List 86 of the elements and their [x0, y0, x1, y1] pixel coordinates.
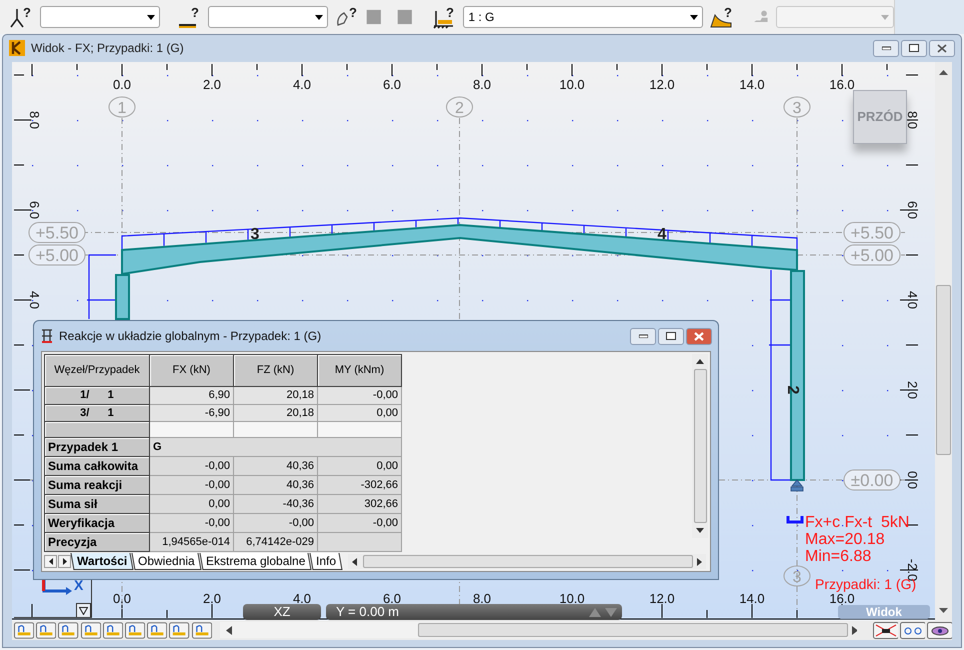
row-header[interactable]: Suma reakcji: [44, 476, 150, 494]
table-cell: G: [150, 438, 402, 456]
axis-tick-label: 0.0: [112, 591, 132, 606]
table-cell: -0,00: [234, 514, 318, 532]
row-header[interactable]: Precyzja: [44, 532, 150, 552]
table-cell: -0,00: [150, 514, 234, 532]
level-label: +5.00: [844, 244, 900, 266]
legend-text: Min=6.88: [805, 548, 872, 565]
axis-tick-label: 8.0: [905, 110, 920, 130]
table-cell: -0,00: [150, 476, 234, 494]
axis-tick-label: 2.0: [202, 591, 222, 606]
row-header[interactable]: 1/ 1: [44, 386, 150, 404]
table-cell: 6,90: [150, 386, 234, 404]
table-cell: 0,00: [150, 494, 234, 514]
column-header[interactable]: MY (kNm): [318, 354, 402, 386]
row-header[interactable]: Weryfikacja: [44, 514, 150, 532]
axis-tick-label: 6.0: [382, 77, 402, 92]
axis-tick-label: 14.0: [739, 591, 765, 606]
axis-tick-label: 6.0: [382, 591, 402, 606]
axis-tick-label: 6.0: [27, 200, 42, 220]
axis-tick-label: 4.0: [292, 591, 312, 606]
member-number: 4: [658, 226, 666, 243]
table-cell: -0,00: [318, 514, 402, 532]
axis-tick-label: 12.0: [649, 77, 675, 92]
table-cell: 20,18: [234, 404, 318, 422]
table-cell: 40,36: [234, 476, 318, 494]
sheet-tab[interactable]: Ekstrema globalne: [199, 553, 312, 570]
grid-axis-bubble: 3: [784, 566, 810, 586]
member-number: 2: [784, 386, 801, 394]
axis-tick-label: 8.0: [472, 591, 492, 606]
table-cell: -302,66: [318, 476, 402, 494]
legend-text: Max=20.18: [805, 531, 885, 548]
table-cell: -0,00: [318, 386, 402, 404]
table-cell: 20,18: [234, 386, 318, 404]
table-cell: 1,94565e-014: [150, 532, 234, 552]
dropdown-value: 1 : G: [468, 9, 494, 26]
row-header[interactable]: Suma całkowita: [44, 456, 150, 476]
window-title: Widok - FX; Przypadki: 1 (G): [31, 40, 184, 57]
axis-tick-label: 10.0: [559, 77, 585, 92]
sheet-tab[interactable]: Info: [310, 553, 343, 570]
plane-selector[interactable]: XZ: [243, 604, 321, 620]
axis-tick-label: 4.0: [292, 77, 312, 92]
column-header[interactable]: FZ (kN): [234, 354, 318, 386]
axis-tick-label: 14.0: [739, 77, 765, 92]
level-label: +5.00: [28, 244, 86, 266]
axis-tick-label: 8.0: [27, 110, 42, 130]
table-cell: 0,00: [318, 404, 402, 422]
row-header[interactable]: 3/ 1: [44, 404, 150, 422]
axis-tick-label: 12.0: [649, 591, 675, 606]
axis-tick-label: 6.0: [905, 200, 920, 220]
row-header[interactable]: Przypadek 1: [44, 438, 150, 456]
axis-tick-label: 2.0: [905, 380, 920, 400]
table-cell: -40,36: [234, 494, 318, 514]
table-cell: -0,00: [150, 456, 234, 476]
plane-offset-value: Y = 0.00 m: [336, 604, 400, 620]
legend-text: Fx+c Fx-t 5kN: [805, 514, 910, 531]
level-label: ±0.00: [844, 470, 900, 490]
axis-tick-label: 8.0: [472, 77, 492, 92]
level-label: +5.50: [844, 222, 900, 243]
table-cell: 302,66: [318, 494, 402, 514]
axis-tick-label: 16.0: [829, 591, 855, 606]
table-cell: 6,74142e-029: [234, 532, 318, 552]
sheet-tab[interactable]: Obwiednia: [132, 553, 202, 570]
axis-label: X: [74, 576, 84, 595]
member-number: 3: [250, 226, 260, 243]
level-label: +5.50: [28, 222, 86, 243]
axis-tick-label: 16.0: [829, 77, 855, 92]
axis-tick-label: 4.0: [905, 290, 920, 310]
table-cell: 0,00: [318, 456, 402, 476]
grid-axis-bubble: 2: [446, 96, 473, 118]
column-header[interactable]: Węzeł/Przypadek: [44, 354, 150, 386]
table-cell: 40,36: [234, 456, 318, 476]
axis-tick-label: 10.0: [559, 591, 585, 606]
sheet-tab[interactable]: Wartości: [70, 553, 134, 570]
row-header[interactable]: Suma sił: [44, 494, 150, 514]
axis-tick-label: 4.0: [27, 290, 42, 310]
dropdown[interactable]: 1 : G: [463, 6, 704, 28]
table-cell: -6,90: [150, 404, 234, 422]
column-header[interactable]: FX (kN): [150, 354, 234, 386]
axis-tick-label: 2.0: [202, 77, 222, 92]
dialog-title: Reakcje w układzie globalnym - Przypadek: 1 (G): [59, 328, 322, 345]
plane-offset-field[interactable]: Y = 0.00 m: [326, 604, 622, 620]
grid-axis-bubble: 1: [108, 96, 136, 118]
axis-tick-label: 0.0: [905, 470, 920, 490]
axis-tick-label: 0.0: [112, 77, 132, 92]
grid-axis-bubble: 3: [784, 96, 810, 118]
